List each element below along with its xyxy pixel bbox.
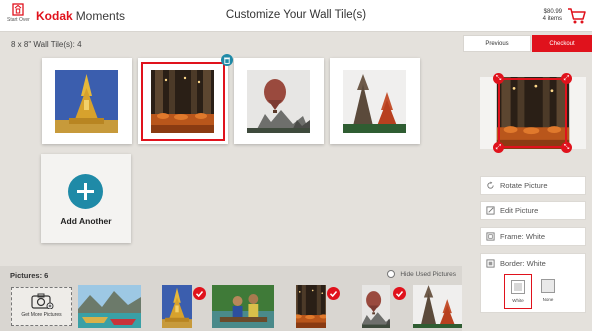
wall-tile-selected[interactable] — [138, 54, 233, 144]
resize-handle-icon[interactable]: ⤡ — [561, 142, 572, 153]
tile-photo — [151, 70, 214, 133]
rotate-icon — [487, 181, 494, 189]
get-more-pictures-label: Get More Pictures — [21, 312, 62, 318]
cart-item-count: 4 items — [542, 16, 562, 22]
brand-suffix: Moments — [75, 9, 126, 23]
brand-name: Kodak — [36, 9, 73, 23]
wall-tile-count: 8 x 8" Wall Tile(s): 4 — [11, 40, 82, 49]
app-header: Start Over Kodak Moments Customize Your W… — [0, 0, 592, 32]
wall-tile[interactable] — [42, 58, 132, 144]
start-over-button[interactable]: Start Over — [7, 3, 30, 29]
previous-button[interactable]: Previous — [463, 35, 531, 52]
border-option-label: White — [512, 298, 524, 303]
resize-handle-icon[interactable]: ⤡ — [493, 73, 504, 84]
border-title: Border: White — [486, 259, 546, 268]
rotate-picture-button[interactable]: Rotate Picture — [480, 176, 586, 195]
edit-picture-button[interactable]: Edit Picture — [480, 201, 586, 220]
picture-thumbnail[interactable] — [212, 285, 274, 328]
edit-icon — [486, 206, 495, 215]
frame-label: Frame: White — [500, 232, 546, 241]
check-icon — [193, 287, 206, 300]
get-more-pictures-button[interactable]: Get More Pictures — [11, 287, 72, 326]
border-label: Border: White — [500, 259, 546, 268]
add-another-tile[interactable]: Add Another — [41, 154, 131, 243]
picture-thumbnail[interactable] — [78, 285, 141, 328]
cart-button[interactable] — [567, 7, 587, 30]
tile-photo — [343, 70, 406, 133]
hide-used-label: Hide Used Pictures — [400, 270, 456, 278]
frame-icon — [486, 232, 495, 241]
pictures-count: Pictures: 6 — [10, 271, 49, 280]
resize-handle-icon[interactable]: ⤢ — [493, 142, 504, 153]
cart-summary[interactable]: $80.99 4 items — [543, 9, 562, 23]
cart-icon — [568, 8, 586, 24]
crop-box[interactable] — [498, 78, 567, 148]
resize-handle-icon[interactable]: ⤢ — [561, 73, 572, 84]
frame-button[interactable]: Frame: White — [480, 227, 586, 246]
hide-used-toggle[interactable]: Hide Used Pictures — [387, 270, 456, 278]
cart-price: $80.99 — [543, 9, 562, 15]
border-option-none[interactable]: None — [534, 274, 562, 309]
tile-photo — [55, 70, 118, 133]
border-icon — [486, 259, 495, 268]
hide-used-radio[interactable] — [387, 270, 396, 278]
picture-thumbnail-used[interactable] — [413, 285, 462, 328]
border-none-swatch — [541, 279, 555, 293]
camera-icon — [30, 293, 53, 309]
wall-tile[interactable] — [330, 58, 420, 144]
picture-thumbnail-used[interactable] — [296, 285, 326, 328]
border-panel: Border: White White None — [480, 253, 586, 313]
wall-tile[interactable] — [234, 58, 324, 144]
border-white-swatch — [511, 280, 525, 294]
tile-delete-icon[interactable] — [221, 54, 233, 66]
add-another-label: Add Another — [60, 216, 112, 226]
brand-logo[interactable]: Kodak Moments — [36, 9, 125, 23]
border-option-label: None — [542, 297, 554, 302]
plus-icon — [68, 174, 103, 209]
checkout-button[interactable]: Checkout — [532, 35, 592, 52]
border-option-white[interactable]: White — [504, 274, 532, 309]
check-icon — [393, 287, 406, 300]
tile-photo — [247, 70, 310, 133]
start-over-label: Start Over — [7, 17, 30, 23]
picture-thumbnail-used[interactable] — [162, 285, 192, 328]
edit-picture-label: Edit Picture — [500, 206, 539, 215]
picture-thumbnail-used[interactable] — [362, 285, 390, 328]
start-over-icon — [12, 3, 24, 16]
rotate-picture-label: Rotate Picture — [500, 181, 548, 190]
check-icon — [327, 287, 340, 300]
